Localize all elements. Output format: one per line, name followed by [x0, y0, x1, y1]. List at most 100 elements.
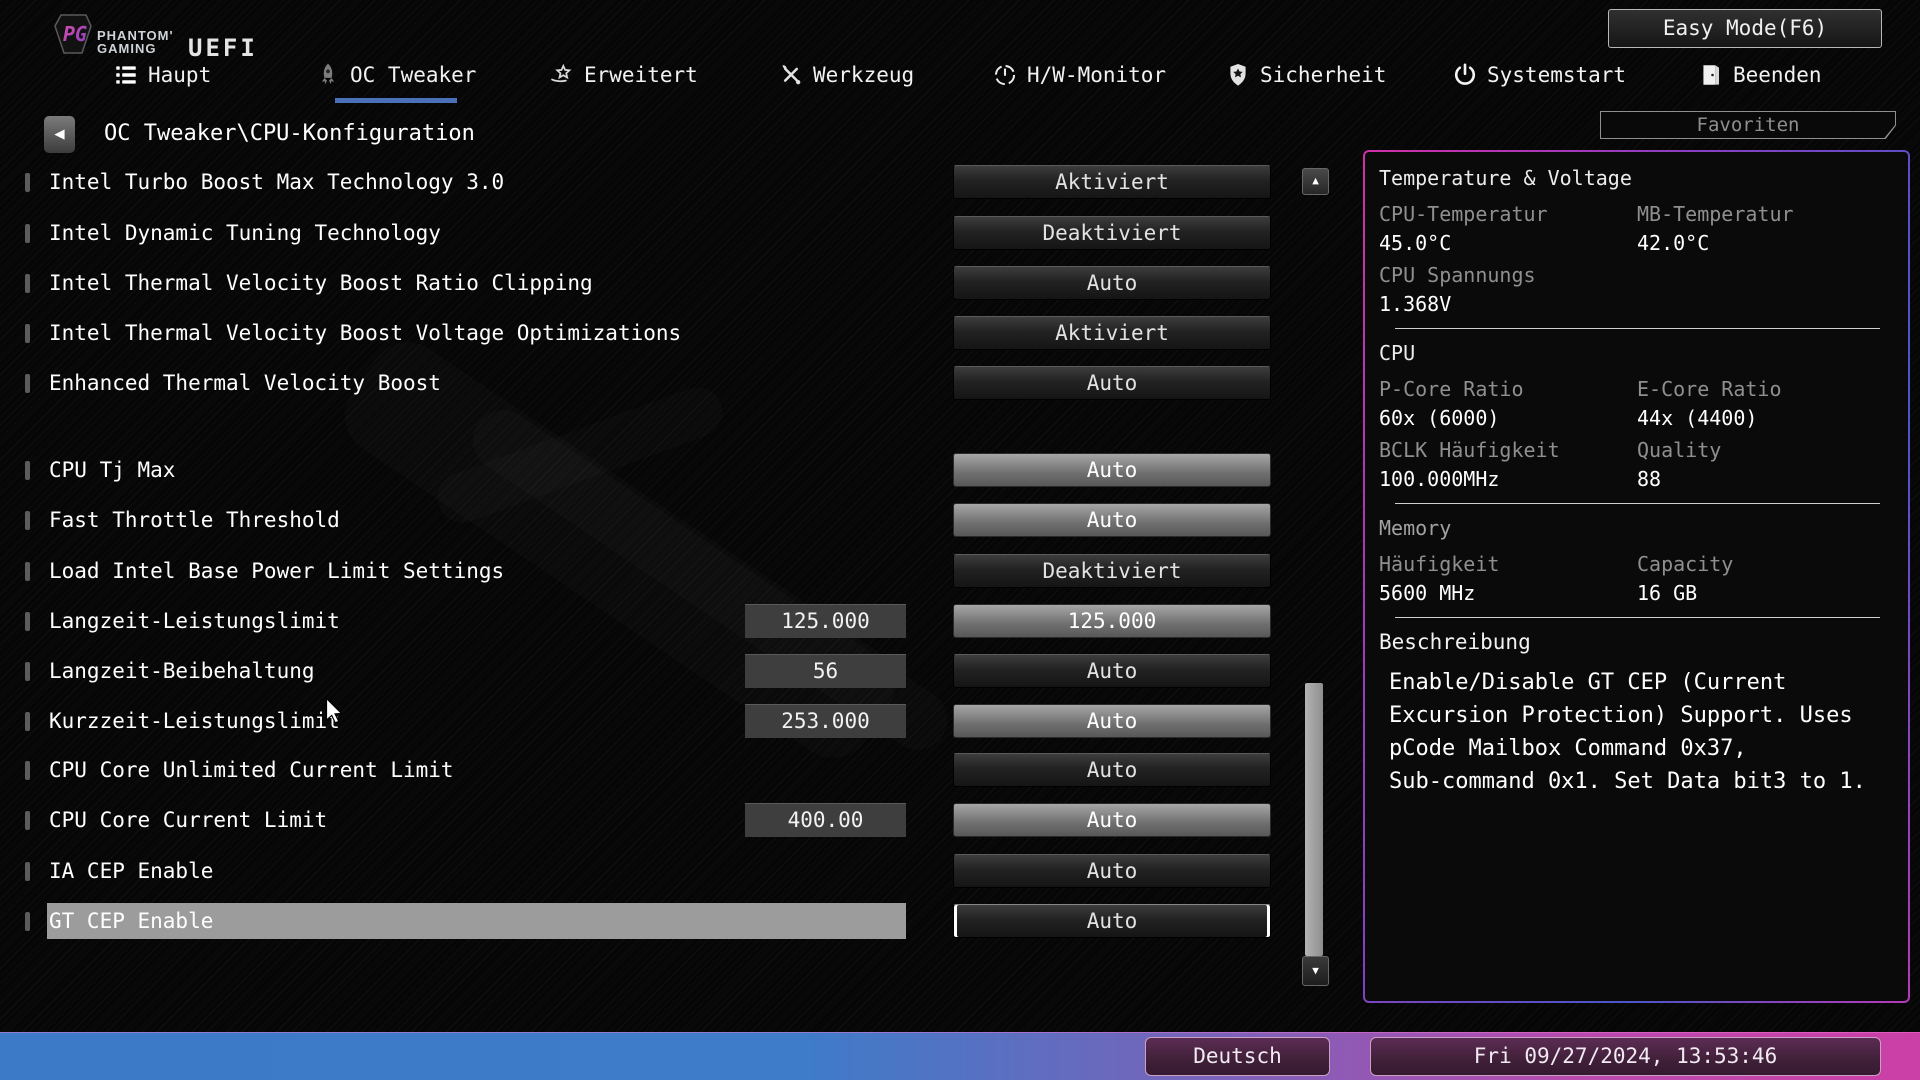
setting-value-button[interactable]: Auto	[953, 803, 1271, 837]
description-line: Sub-command 0x1. Set Data bit3 to 1.	[1389, 765, 1896, 798]
info-section-title: CPU	[1379, 341, 1896, 365]
datetime-display: Fri 09/27/2024, 13:53:46	[1370, 1037, 1881, 1076]
setting-row: GT CEP Enable Auto	[0, 903, 1345, 939]
setting-label: CPU Core Current Limit	[49, 802, 327, 838]
tab-h-w-monitor[interactable]: H/W-Monitor	[992, 56, 1166, 94]
info-cell: CPU Spannungs1.368V	[1379, 263, 1637, 316]
info-label: E-Core Ratio	[1637, 377, 1896, 401]
row-marker-icon	[25, 173, 30, 192]
tab-label: Systemstart	[1487, 63, 1626, 87]
tab-haupt[interactable]: Haupt	[113, 56, 211, 94]
info-cell: BCLK Häufigkeit100.000MHz	[1379, 438, 1637, 491]
setting-value-button[interactable]: Auto	[953, 453, 1271, 487]
info-section-title: Memory	[1379, 516, 1896, 540]
tab-systemstart[interactable]: Systemstart	[1452, 56, 1626, 94]
tab-erweitert[interactable]: Erweitert	[549, 56, 698, 94]
svg-text:PG: PG	[63, 22, 87, 46]
info-row: CPU-Temperatur45.0°CMB-Temperatur42.0°C	[1379, 202, 1896, 255]
star-icon	[549, 62, 575, 88]
setting-value-input[interactable]: 125.000	[745, 604, 906, 638]
setting-label: GT CEP Enable	[49, 903, 213, 939]
tab-label: Werkzeug	[813, 63, 914, 87]
setting-label: Intel Dynamic Tuning Technology	[49, 215, 441, 251]
scroll-up-button[interactable]: ▲	[1302, 168, 1329, 195]
gauge-icon	[992, 62, 1018, 88]
info-label: Capacity	[1637, 552, 1896, 576]
setting-value-button[interactable]: Auto	[953, 503, 1271, 537]
setting-value-input[interactable]: 400.00	[745, 803, 906, 837]
row-marker-icon	[25, 712, 30, 731]
row-marker-icon	[25, 274, 30, 293]
setting-label: Enhanced Thermal Velocity Boost	[49, 365, 441, 401]
tab-sicherheit[interactable]: Sicherheit	[1225, 56, 1386, 94]
setting-label: Intel Turbo Boost Max Technology 3.0	[49, 164, 504, 200]
setting-value-input[interactable]: 56	[745, 654, 906, 688]
description-line: pCode Mailbox Command 0x37,	[1389, 732, 1896, 765]
setting-value-button[interactable]: Deaktiviert	[953, 554, 1271, 588]
row-marker-icon	[25, 912, 30, 931]
setting-value-button[interactable]: Auto	[953, 854, 1271, 888]
info-label: CPU-Temperatur	[1379, 202, 1637, 226]
setting-row: Intel Dynamic Tuning Technology Deaktivie…	[0, 215, 1345, 251]
setting-row: Intel Thermal Velocity Boost Voltage Opt…	[0, 315, 1345, 351]
setting-value-button[interactable]: Deaktiviert	[953, 216, 1271, 250]
info-label: CPU Spannungs	[1379, 263, 1637, 287]
setting-label: CPU Core Unlimited Current Limit	[49, 752, 454, 788]
tab-label: Haupt	[148, 63, 211, 87]
setting-label: Langzeit-Beibehaltung	[49, 653, 315, 689]
info-row: Häufigkeit5600 MHzCapacity16 GB	[1379, 552, 1896, 605]
favorites-tab[interactable]: Favoriten	[1600, 111, 1896, 139]
setting-value-input[interactable]: 253.000	[745, 704, 906, 738]
setting-value-button[interactable]: Aktiviert	[953, 316, 1271, 350]
setting-value-button[interactable]: Auto	[953, 904, 1271, 938]
setting-row: CPU Core Current Limit 400.00 Auto	[0, 802, 1345, 838]
setting-value-button[interactable]: Aktiviert	[953, 165, 1271, 199]
setting-value-button[interactable]: Auto	[953, 654, 1271, 688]
info-panel: Temperature & VoltageCPU-Temperatur45.0°…	[1363, 150, 1910, 1003]
info-cell: P-Core Ratio 60x (6000)	[1379, 377, 1637, 430]
uefi-screen: PG PHANTOM' GAMING UEFI Easy Mode(F6) Ha…	[0, 0, 1920, 1080]
info-label: Quality	[1637, 438, 1896, 462]
setting-row: Kurzzeit-Leistungslimit253.000Auto	[0, 703, 1345, 739]
section-divider	[1395, 617, 1880, 618]
info-label: P-Core Ratio	[1379, 377, 1637, 401]
brand-text: PHANTOM' GAMING	[97, 29, 174, 55]
setting-label: Intel Thermal Velocity Boost Voltage Opt…	[49, 315, 681, 351]
scrollbar-thumb[interactable]	[1305, 683, 1323, 956]
setting-value-button[interactable]: 125.000	[953, 604, 1271, 638]
info-cell: CPU-Temperatur45.0°C	[1379, 202, 1637, 255]
active-tab-underline	[335, 98, 457, 103]
tab-label: OC Tweaker	[350, 63, 476, 87]
setting-row: Load Intel Base Power Limit SettingsDeak…	[0, 553, 1345, 589]
setting-value-button[interactable]: Auto	[953, 266, 1271, 300]
setting-row: CPU Core Unlimited Current Limit Auto	[0, 752, 1345, 788]
scroll-down-button[interactable]: ▼	[1302, 956, 1329, 986]
info-value: 60x (6000)	[1379, 406, 1637, 430]
row-marker-icon	[25, 862, 30, 881]
tab-oc-tweaker[interactable]: OC Tweaker	[315, 56, 476, 94]
info-row: CPU Spannungs1.368V	[1379, 263, 1896, 316]
easy-mode-button[interactable]: Easy Mode(F6)	[1608, 9, 1882, 48]
arrow-up-icon: ▲	[1312, 174, 1319, 187]
description-title: Beschreibung	[1379, 630, 1896, 654]
setting-value-button[interactable]: Auto	[953, 704, 1271, 738]
row-marker-icon	[25, 811, 30, 830]
setting-value-button[interactable]: Auto	[953, 366, 1271, 400]
back-button[interactable]: ◀	[44, 116, 75, 153]
info-value: 16 GB	[1637, 581, 1896, 605]
section-divider	[1395, 328, 1880, 329]
tab-label: Beenden	[1733, 63, 1822, 87]
tab-label: Erweitert	[584, 63, 698, 87]
status-bar: Deutsch Fri 09/27/2024, 13:53:46	[0, 1032, 1920, 1080]
setting-row: Enhanced Thermal Velocity Boost Auto	[0, 365, 1345, 401]
info-cell: E-Core Ratio44x (4400)	[1637, 377, 1896, 430]
description-line: Enable/Disable GT CEP (Current	[1389, 666, 1896, 699]
tab-werkzeug[interactable]: Werkzeug	[778, 56, 914, 94]
row-marker-icon	[25, 511, 30, 530]
tab-beenden[interactable]: Beenden	[1698, 56, 1822, 94]
setting-value-button[interactable]: Auto	[953, 753, 1271, 787]
info-value: 5600 MHz	[1379, 581, 1637, 605]
setting-label: Fast Throttle Threshold	[49, 502, 340, 538]
language-button[interactable]: Deutsch	[1145, 1037, 1330, 1076]
setting-label: CPU Tj Max	[49, 452, 175, 488]
